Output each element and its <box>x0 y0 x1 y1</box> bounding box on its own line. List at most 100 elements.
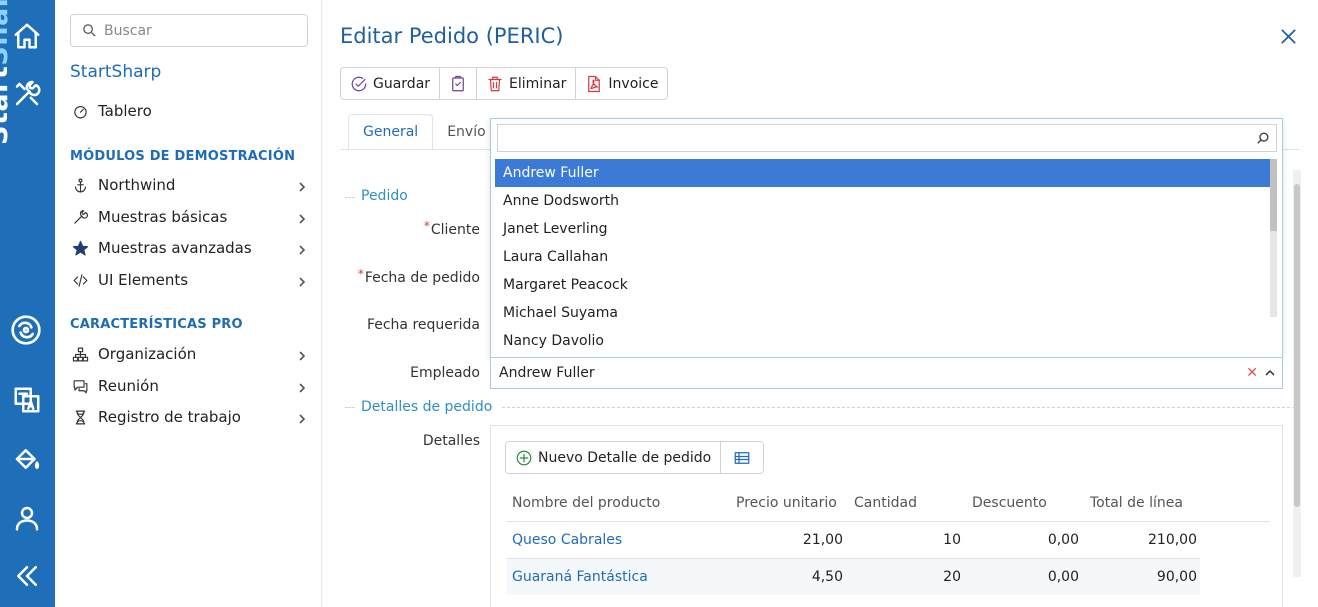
employee-option[interactable]: Anne Dodsworth <box>495 187 1271 215</box>
trash-icon <box>488 76 502 91</box>
paint-bucket-icon[interactable] <box>11 443 43 475</box>
sidebar-item-work-log[interactable]: Registro de trabajo <box>70 405 310 429</box>
chevron-right-icon <box>296 241 310 255</box>
employee-select[interactable]: Andrew Fuller ✕ <box>490 357 1283 389</box>
collapse-icon[interactable] <box>11 560 43 592</box>
employee-option[interactable]: Margaret Peacock <box>495 271 1271 299</box>
hourglass-icon <box>70 407 90 427</box>
sidebar-item-organization[interactable]: Organización <box>70 342 310 366</box>
search-icon <box>83 24 96 37</box>
column-header-discount[interactable]: Descuento <box>972 495 1047 511</box>
employee-dropdown: Andrew Fuller Anne Dodsworth Janet Lever… <box>490 118 1283 358</box>
grid-toolbar: Nuevo Detalle de pedido <box>505 441 765 474</box>
employee-option[interactable]: Andrew Fuller <box>495 159 1271 187</box>
table-row[interactable]: Guaraná Fantástica 4,50 20 0,00 90,00 <box>507 558 1200 595</box>
quantity-cell: 10 <box>943 532 961 548</box>
close-icon[interactable] <box>1279 27 1299 47</box>
save-button[interactable]: Guardar <box>341 68 441 99</box>
apply-changes-button[interactable] <box>440 68 478 99</box>
employee-option[interactable]: Janet Leverling <box>495 215 1271 243</box>
sidebar-item-label: Northwind <box>98 176 176 194</box>
chevron-up-icon[interactable] <box>1264 367 1276 379</box>
chevron-right-icon <box>296 410 310 424</box>
clipboard-check-icon <box>452 75 464 91</box>
tools-icon[interactable] <box>11 78 43 110</box>
delete-button-label: Eliminar <box>509 75 567 92</box>
gauge-icon <box>70 101 90 121</box>
customer-label: *Cliente <box>423 219 480 238</box>
new-detail-label: Nuevo Detalle de pedido <box>538 449 712 466</box>
chevron-right-icon <box>296 273 310 287</box>
invoice-button[interactable]: Invoice <box>576 68 668 99</box>
column-header-quantity[interactable]: Cantidad <box>854 495 917 511</box>
line-total-cell: 90,00 <box>1156 569 1197 585</box>
add-circle-icon <box>516 450 532 465</box>
line-total-cell: 210,00 <box>1148 532 1197 548</box>
employee-options: Andrew Fuller Anne Dodsworth Janet Lever… <box>495 159 1271 355</box>
unit-price-cell: 21,00 <box>802 532 843 548</box>
fieldset-order-legend: Pedido <box>361 188 408 204</box>
dropdown-scrollbar[interactable] <box>1270 159 1277 317</box>
sidebar-item-ui-elements[interactable]: UI Elements <box>70 268 310 292</box>
discount-cell: 0,00 <box>1047 532 1079 548</box>
dialog-tabs: General Envío <box>348 114 500 150</box>
sidebar-item-label: UI Elements <box>98 271 189 289</box>
sidebar-search[interactable] <box>70 14 308 47</box>
employee-label: Empleado <box>410 365 480 381</box>
dialog-title: Editar Pedido (PERIC) <box>340 24 564 48</box>
save-button-label: Guardar <box>373 75 431 92</box>
sidebar-item-label: Organización <box>98 345 197 363</box>
clear-icon[interactable]: ✕ <box>1246 365 1258 381</box>
product-link[interactable]: Guaraná Fantástica <box>512 569 648 585</box>
table-columns-icon <box>734 451 750 464</box>
user-icon[interactable] <box>11 502 43 534</box>
sidebar-item-advanced-samples[interactable]: Muestras avanzadas <box>70 236 310 260</box>
employee-option[interactable]: Nancy Davolio <box>495 327 1271 355</box>
tab-general[interactable]: General <box>348 114 434 150</box>
app-rail: StartSharp <box>0 0 55 607</box>
quantity-cell: 20 <box>943 569 961 585</box>
search-icon <box>1257 132 1269 144</box>
new-detail-button[interactable]: Nuevo Detalle de pedido <box>506 442 722 473</box>
translate-icon[interactable] <box>11 384 43 416</box>
pdf-file-icon <box>588 75 601 92</box>
column-picker-button[interactable] <box>721 442 764 473</box>
sidebar-item-dashboard[interactable]: Tablero <box>70 99 310 123</box>
search-input[interactable] <box>104 22 304 39</box>
chevron-right-icon <box>296 379 310 393</box>
dialog-toolbar: Guardar Eliminar Invoice <box>340 67 669 100</box>
table-row[interactable]: Queso Cabrales 21,00 10 0,00 210,00 <box>507 521 1270 558</box>
delete-button[interactable]: Eliminar <box>477 68 577 99</box>
home-icon[interactable] <box>11 20 43 52</box>
section-heading-demo: MÓDULOS DE DEMOSTRACIÓN <box>70 149 296 164</box>
employee-search-input[interactable] <box>498 125 1238 151</box>
order-date-label: *Fecha de pedido <box>357 267 480 286</box>
column-header-product[interactable]: Nombre del producto <box>512 495 660 511</box>
chevron-right-icon <box>296 178 310 192</box>
chevron-right-icon <box>296 210 310 224</box>
check-circle-icon <box>351 76 367 91</box>
fieldset-divider <box>345 407 355 408</box>
sidebar-item-label: Reunión <box>98 377 159 395</box>
code-icon <box>70 270 90 290</box>
chevron-right-icon <box>296 347 310 361</box>
employee-search-box <box>497 124 1277 152</box>
product-link[interactable]: Queso Cabrales <box>512 532 622 548</box>
sidebar-item-northwind[interactable]: Northwind <box>70 173 310 197</box>
unit-price-cell: 4,50 <box>811 569 843 585</box>
sidebar-item-label: Registro de trabajo <box>98 408 241 426</box>
swirl-logo-icon <box>10 314 42 346</box>
column-header-line-total[interactable]: Total de línea <box>1090 495 1183 511</box>
app-title[interactable]: StartSharp <box>70 62 161 82</box>
sidebar-item-meeting[interactable]: Reunión <box>70 374 310 398</box>
required-date-label: Fecha requerida <box>366 317 480 333</box>
employee-selected-value: Andrew Fuller <box>499 365 595 381</box>
org-chart-icon <box>70 344 90 364</box>
employee-option[interactable]: Laura Callahan <box>495 243 1271 271</box>
anchor-icon <box>70 175 90 195</box>
sidebar-item-basic-samples[interactable]: Muestras básicas <box>70 205 310 229</box>
dialog-scrollbar[interactable] <box>1293 170 1301 577</box>
employee-option[interactable]: Michael Suyama <box>495 299 1271 327</box>
column-header-unit-price[interactable]: Precio unitario <box>736 495 837 511</box>
fieldset-divider <box>502 407 1300 408</box>
